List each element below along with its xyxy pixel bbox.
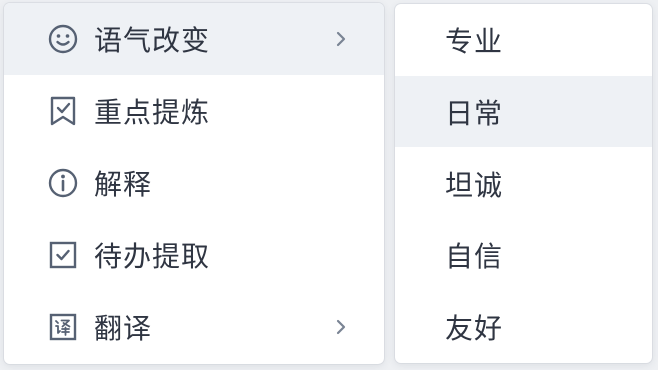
menu-item-label: 解释 xyxy=(94,168,153,201)
tone-submenu: 专业 日常 坦诚 自信 友好 xyxy=(395,4,652,363)
menu-item-label: 重点提炼 xyxy=(94,96,211,129)
menu-item-translate[interactable]: 翻译 xyxy=(4,291,384,363)
info-icon xyxy=(47,167,79,199)
smiley-icon xyxy=(47,23,79,55)
main-context-menu: 语气改变 重点提炼 解释 待办提取 翻译 xyxy=(4,3,384,364)
menu-item-label: 翻译 xyxy=(94,312,153,345)
submenu-item-friendly[interactable]: 友好 xyxy=(395,291,652,362)
chevron-right-icon xyxy=(334,29,348,49)
submenu-item-label: 专业 xyxy=(445,24,504,58)
chevron-right-icon xyxy=(334,317,348,337)
submenu-item-label: 坦诚 xyxy=(445,168,504,202)
menu-item-tone-change[interactable]: 语气改变 xyxy=(4,3,384,75)
submenu-item-confident[interactable]: 自信 xyxy=(395,219,652,290)
submenu-item-casual[interactable]: 日常 xyxy=(395,76,652,147)
checkbox-icon xyxy=(47,239,79,271)
bookmark-check-icon xyxy=(47,95,79,127)
submenu-item-candid[interactable]: 坦诚 xyxy=(395,148,652,219)
submenu-item-label: 日常 xyxy=(445,96,504,130)
menu-item-todo-extract[interactable]: 待办提取 xyxy=(4,219,384,291)
menu-item-key-points[interactable]: 重点提炼 xyxy=(4,75,384,147)
menu-item-label: 语气改变 xyxy=(94,24,211,57)
submenu-item-label: 友好 xyxy=(445,311,504,345)
menu-item-label: 待办提取 xyxy=(94,240,211,273)
submenu-item-professional[interactable]: 专业 xyxy=(395,4,652,75)
menu-item-explain[interactable]: 解释 xyxy=(4,147,384,219)
translate-icon xyxy=(47,311,79,343)
submenu-item-label: 自信 xyxy=(445,239,504,273)
